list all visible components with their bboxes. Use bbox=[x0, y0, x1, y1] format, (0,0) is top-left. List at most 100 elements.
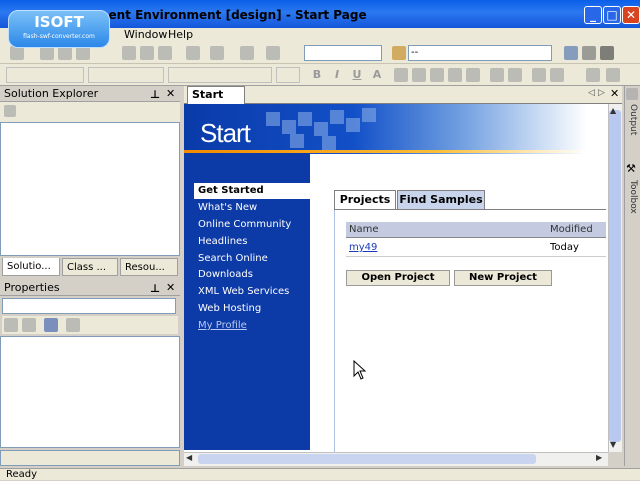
minimize-button[interactable]: _ bbox=[584, 6, 602, 24]
status-bar: Ready bbox=[0, 468, 640, 480]
zoom-combo[interactable] bbox=[276, 67, 300, 83]
banner-title: Start bbox=[200, 118, 251, 148]
solution-explorer-title: Solution Explorer bbox=[4, 87, 99, 100]
menu-window[interactable]: Window bbox=[124, 28, 167, 42]
copy-icon[interactable] bbox=[140, 46, 154, 60]
scroll-down-icon[interactable]: ▼ bbox=[610, 440, 616, 449]
mouse-cursor-icon bbox=[353, 360, 367, 380]
output-icon[interactable] bbox=[626, 88, 638, 100]
tab-find-samples[interactable]: Find Samples bbox=[397, 190, 485, 210]
tab-resource-view[interactable]: Resou... bbox=[120, 258, 178, 276]
navigate-back-icon[interactable] bbox=[240, 46, 254, 60]
nav-xml-web-services[interactable]: XML Web Services bbox=[198, 284, 289, 300]
close-icon[interactable]: ✕ bbox=[166, 281, 175, 294]
redo-icon[interactable] bbox=[210, 46, 224, 60]
undo-icon[interactable] bbox=[186, 46, 200, 60]
nav-my-profile[interactable]: My Profile bbox=[198, 318, 247, 334]
tab-scroll-left-icon[interactable]: ◁ bbox=[588, 88, 595, 98]
column-header-name[interactable]: Name bbox=[349, 222, 379, 238]
nav-downloads[interactable]: Downloads bbox=[198, 267, 253, 283]
find-icon[interactable] bbox=[392, 46, 406, 60]
highlight-icon[interactable] bbox=[394, 68, 408, 82]
bullets-icon[interactable] bbox=[490, 68, 504, 82]
nav-online-community[interactable]: Online Community bbox=[198, 217, 291, 233]
column-header-modified[interactable]: Modified bbox=[550, 222, 593, 238]
menu-help[interactable]: Help bbox=[168, 28, 193, 42]
banner-tile bbox=[298, 112, 312, 126]
save-all-icon[interactable] bbox=[76, 46, 90, 60]
vertical-scroll-thumb[interactable] bbox=[609, 110, 621, 442]
justify-icon[interactable] bbox=[466, 68, 480, 82]
tab-scroll-right-icon[interactable]: ▷ bbox=[598, 88, 605, 98]
properties-icon[interactable] bbox=[582, 46, 596, 60]
size-combo[interactable] bbox=[168, 67, 272, 83]
configuration-combo[interactable] bbox=[304, 45, 382, 61]
align-left-icon[interactable] bbox=[412, 68, 426, 82]
tab-solution-explorer[interactable]: Solutio... bbox=[2, 258, 60, 276]
pin-icon[interactable]: ⊥ bbox=[150, 88, 160, 101]
style-combo[interactable] bbox=[6, 67, 84, 83]
properties-grid-icon[interactable] bbox=[44, 318, 58, 332]
open-file-icon[interactable] bbox=[40, 46, 54, 60]
arrow-right-icon[interactable] bbox=[606, 68, 620, 82]
close-icon[interactable]: ✕ bbox=[166, 87, 175, 100]
solution-explorer-icon[interactable] bbox=[564, 46, 578, 60]
find-combo[interactable]: -- bbox=[408, 45, 552, 61]
window-title: ment Environment [design] - Start Page bbox=[96, 8, 367, 22]
logo-subtext: flash-swf-converter.com bbox=[23, 33, 95, 40]
output-tab[interactable]: Output bbox=[628, 104, 638, 135]
tab-start-page[interactable]: Start Page bbox=[187, 86, 245, 117]
align-center-icon[interactable] bbox=[430, 68, 444, 82]
nav-headlines[interactable]: Headlines bbox=[198, 234, 247, 250]
numbering-icon[interactable] bbox=[508, 68, 522, 82]
banner-tile bbox=[282, 120, 296, 134]
new-project-icon[interactable] bbox=[10, 46, 24, 60]
toolbox-icon[interactable] bbox=[600, 46, 614, 60]
nav-whats-new[interactable]: What's New bbox=[198, 200, 257, 216]
tab-projects[interactable]: Projects bbox=[334, 190, 396, 210]
toolbox-icon[interactable]: ⚒ bbox=[626, 162, 636, 175]
align-right-icon[interactable] bbox=[448, 68, 462, 82]
tab-label: Class ... bbox=[67, 262, 107, 273]
underline-button[interactable]: U bbox=[350, 68, 364, 82]
scroll-right-icon[interactable]: ▶ bbox=[596, 453, 602, 462]
categorized-icon[interactable] bbox=[4, 318, 18, 332]
banner-tile bbox=[322, 136, 336, 150]
property-pages-icon[interactable] bbox=[66, 318, 80, 332]
row-divider bbox=[346, 256, 606, 257]
project-link[interactable]: my49 bbox=[349, 241, 377, 255]
alphabetical-icon[interactable] bbox=[22, 318, 36, 332]
nav-search-online[interactable]: Search Online bbox=[198, 251, 268, 267]
object-selector-combo[interactable] bbox=[2, 298, 176, 314]
italic-button[interactable]: I bbox=[330, 68, 344, 82]
new-project-button[interactable]: New Project bbox=[454, 270, 552, 286]
indent-icon[interactable] bbox=[550, 68, 564, 82]
open-project-button[interactable]: Open Project bbox=[346, 270, 450, 286]
pin-icon[interactable]: ⊥ bbox=[150, 282, 160, 295]
watermark-logo: ISOFT flash-swf-converter.com bbox=[8, 10, 110, 48]
horizontal-scroll-thumb[interactable] bbox=[198, 454, 536, 464]
font-combo[interactable] bbox=[88, 67, 164, 83]
tab-class-view[interactable]: Class ... bbox=[62, 258, 118, 276]
maximize-button[interactable]: □ bbox=[603, 6, 621, 24]
paste-icon[interactable] bbox=[158, 46, 172, 60]
save-icon[interactable] bbox=[58, 46, 72, 60]
close-document-icon[interactable]: ✕ bbox=[610, 87, 619, 100]
properties-page-icon[interactable] bbox=[4, 105, 16, 117]
arrow-left-icon[interactable] bbox=[586, 68, 600, 82]
close-button[interactable]: ✕ bbox=[622, 6, 640, 24]
banner-tile bbox=[330, 110, 344, 124]
nav-get-started[interactable]: Get Started bbox=[194, 183, 310, 199]
nav-web-hosting[interactable]: Web Hosting bbox=[198, 301, 261, 317]
solution-tree[interactable] bbox=[0, 122, 180, 256]
outdent-icon[interactable] bbox=[532, 68, 546, 82]
properties-grid[interactable] bbox=[0, 336, 180, 448]
bold-button[interactable]: B bbox=[310, 68, 324, 82]
scroll-left-icon[interactable]: ◀ bbox=[186, 453, 192, 462]
navigate-forward-icon[interactable] bbox=[266, 46, 280, 60]
font-color-button[interactable]: A bbox=[370, 68, 384, 82]
side-tool-strip bbox=[624, 86, 640, 466]
toolbox-tab[interactable]: Toolbox bbox=[628, 180, 638, 214]
cut-icon[interactable] bbox=[122, 46, 136, 60]
scroll-up-icon[interactable]: ▲ bbox=[610, 106, 616, 115]
